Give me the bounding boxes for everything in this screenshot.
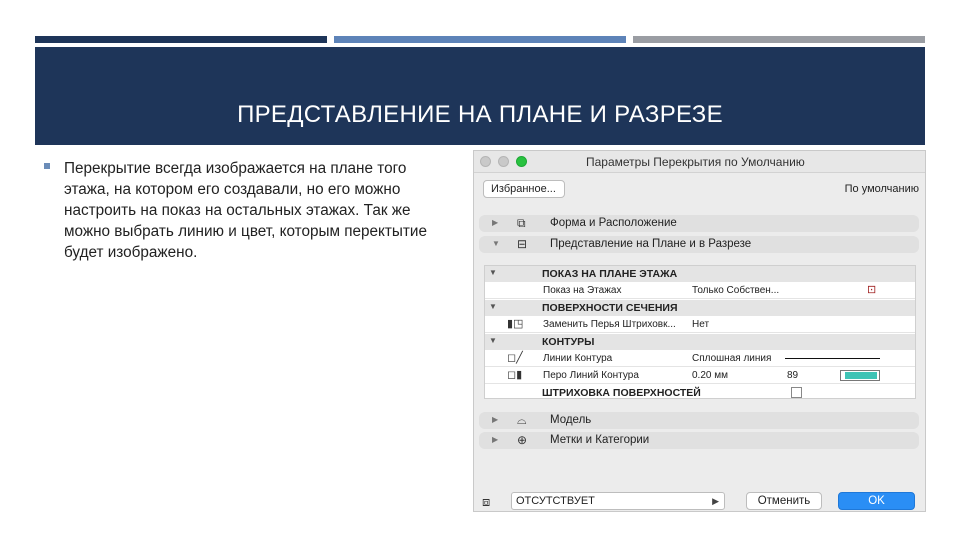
param-value[interactable]: 0.20 мм <box>692 370 728 381</box>
model-icon: ⌓ <box>517 413 527 427</box>
param-value[interactable]: Только Собствен... <box>692 285 779 296</box>
bullet-marker <box>44 163 50 169</box>
ok-button[interactable]: OK <box>838 492 915 510</box>
header-stripe-blue <box>334 36 626 43</box>
floorplan-settings-panel: ▼ ПОКАЗ НА ПЛАНЕ ЭТАЖА Показ на Этажах Т… <box>484 265 916 399</box>
section-label: Модель <box>550 414 592 426</box>
row-replace-pens[interactable]: ▮◳ Заменить Перья Штриховк... Нет <box>485 317 915 333</box>
close-window-button[interactable] <box>480 156 491 167</box>
expand-arrow-icon: ▶ <box>492 415 499 424</box>
param-label: Показ на Этажах <box>543 285 622 296</box>
line-type-icon: ◻╱ <box>507 352 523 364</box>
tags-icon: ⊕ <box>517 433 528 447</box>
group-label: КОНТУРЫ <box>542 336 595 348</box>
collapse-arrow-icon: ▼ <box>492 239 500 248</box>
section-floorplan-section[interactable]: ▼ ⊟ Представление на Плане и в Разрезе <box>479 236 919 253</box>
row-surface-hatch[interactable]: ШТРИХОВКА ПОВЕРХНОСТЕЙ <box>485 385 915 401</box>
param-value[interactable]: Нет <box>692 319 709 330</box>
expand-arrow-icon: ▶ <box>492 435 499 444</box>
window-titlebar: Параметры Перекрытия по Умолчанию <box>474 151 925 173</box>
minimize-window-button[interactable] <box>498 156 509 167</box>
slab-settings-dialog: Параметры Перекрытия по Умолчанию Избран… <box>473 150 926 512</box>
collapse-arrow-icon: ▼ <box>489 336 497 345</box>
collapse-arrow-icon: ▼ <box>489 302 497 311</box>
collapse-arrow-icon: ▼ <box>489 268 497 277</box>
group-cut-surfaces[interactable]: ▼ ПОВЕРХНОСТИ СЕЧЕНИЯ <box>485 300 915 316</box>
default-label: По умолчанию <box>844 183 919 195</box>
group-floorplan-display[interactable]: ▼ ПОКАЗ НА ПЛАНЕ ЭТАЖА <box>485 266 915 282</box>
pen-color-fill <box>845 372 877 379</box>
favorites-button[interactable]: Избранное... <box>483 180 565 198</box>
section-model[interactable]: ▶ ⌓ Модель <box>479 412 919 429</box>
bullet-text: Перекрытие всегда изображается на плане … <box>64 160 427 261</box>
zoom-window-button[interactable] <box>516 156 527 167</box>
pen-override-icon: ▮◳ <box>507 318 524 330</box>
surface-hatch-checkbox[interactable] <box>791 387 802 398</box>
expand-arrow-icon: ▶ <box>492 218 499 227</box>
pen-color-swatch[interactable] <box>840 370 880 381</box>
section-shape-position[interactable]: ▶ ⧉ Форма и Расположение <box>479 215 919 232</box>
layer-select[interactable]: ОТСУТСТВУЕТ ▶ <box>511 492 725 510</box>
line-sample <box>785 358 880 359</box>
param-label: Заменить Перья Штриховк... <box>543 319 676 330</box>
floor-link-icon[interactable]: ⊡ <box>867 283 876 296</box>
param-label: Перо Линий Контура <box>543 370 639 381</box>
layer-select-value: ОТСУТСТВУЕТ <box>516 495 595 507</box>
param-label: Линии Контура <box>543 353 613 364</box>
floorplan-icon: ⊟ <box>517 237 528 251</box>
section-label: Форма и Расположение <box>550 217 677 229</box>
group-label: ПОКАЗ НА ПЛАНЕ ЭТАЖА <box>542 268 678 280</box>
pen-number[interactable]: 89 <box>787 370 798 381</box>
slide-title: ПРЕДСТАВЛЕНИЕ НА ПЛАНЕ И РАЗРЕЗЕ <box>237 101 723 128</box>
row-contour-pen[interactable]: ◻▮ Перо Линий Контура 0.20 мм 89 <box>485 368 915 384</box>
row-contour-line[interactable]: ◻╱ Линии Контура Сплошная линия <box>485 351 915 367</box>
section-tags-categories[interactable]: ▶ ⊕ Метки и Категории <box>479 432 919 449</box>
window-title: Параметры Перекрытия по Умолчанию <box>586 155 805 169</box>
param-label: ШТРИХОВКА ПОВЕРХНОСТЕЙ <box>542 387 701 399</box>
group-label: ПОВЕРХНОСТИ СЕЧЕНИЯ <box>542 302 678 314</box>
group-contours[interactable]: ▼ КОНТУРЫ <box>485 334 915 350</box>
header-stripe-gray <box>633 36 925 43</box>
param-value[interactable]: Сплошная линия <box>692 353 771 364</box>
section-label: Метки и Категории <box>550 434 650 446</box>
layer-icon: ⧈ <box>482 494 491 509</box>
slab-shape-icon: ⧉ <box>517 216 526 230</box>
cancel-button[interactable]: Отменить <box>746 492 822 510</box>
chevron-right-icon: ▶ <box>712 496 719 506</box>
title-band: ПРЕДСТАВЛЕНИЕ НА ПЛАНЕ И РАЗРЕЗЕ <box>35 47 925 145</box>
section-label: Представление на Плане и в Разрезе <box>550 238 752 250</box>
pen-icon: ◻▮ <box>507 369 523 381</box>
header-stripe-dark <box>35 36 327 43</box>
row-show-on-floors[interactable]: Показ на Этажах Только Собствен... ⊡ <box>485 283 915 299</box>
